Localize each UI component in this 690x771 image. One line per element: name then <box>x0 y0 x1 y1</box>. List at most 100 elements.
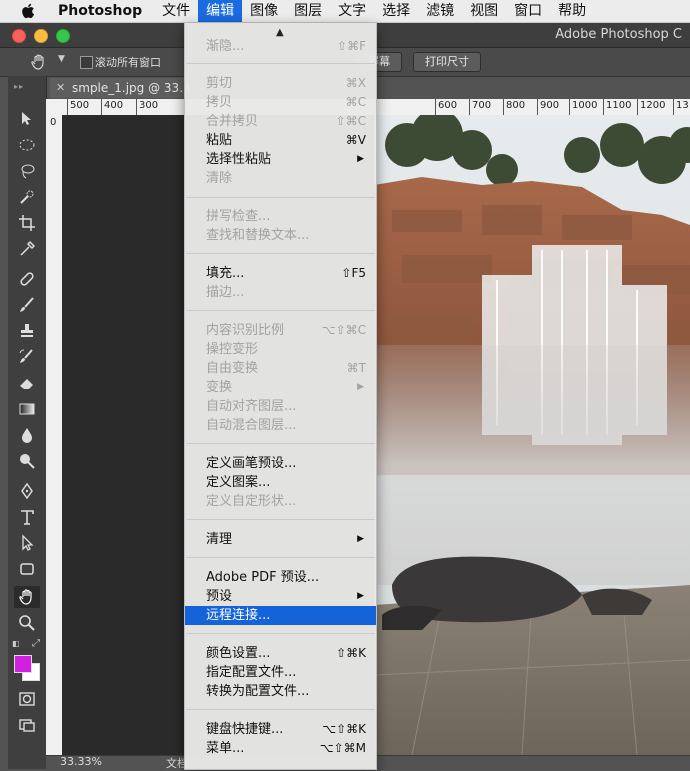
app-menu-photoshop[interactable]: Photoshop <box>50 0 154 22</box>
menu-item-find-replace-text[interactable]: 查找和替换文本... <box>185 226 376 245</box>
menu-item-puppet-warp[interactable]: 操控变形 <box>185 340 376 359</box>
menu-item-presets[interactable]: 预设 ▶ <box>185 587 376 606</box>
submenu-arrow-icon: ▶ <box>357 154 364 164</box>
document-tab-label: smple_1.jpg @ 33.3 <box>72 81 191 95</box>
menu-separator <box>186 310 375 311</box>
ruler-tick: 1000 <box>568 99 598 115</box>
window-title: Adobe Photoshop C <box>555 27 682 42</box>
menu-item-fade[interactable]: 渐隐... ⇧⌘F <box>185 37 376 56</box>
menu-edit[interactable]: 编辑 <box>198 0 243 22</box>
print-size-button[interactable]: 打印尺寸 <box>413 52 481 72</box>
panel-grip-icon[interactable]: ▸▸ <box>14 82 24 91</box>
submenu-arrow-icon: ▶ <box>357 534 364 544</box>
menu-filter[interactable]: 滤镜 <box>418 0 462 22</box>
menu-item-assign-profile[interactable]: 指定配置文件... <box>185 663 376 682</box>
dodge-tool-icon[interactable] <box>14 450 40 472</box>
menu-select[interactable]: 选择 <box>374 0 418 22</box>
hand-tool-icon[interactable] <box>30 53 48 75</box>
path-selection-tool-icon[interactable] <box>14 532 40 554</box>
menu-item-free-transform[interactable]: 自由变换 ⌘T <box>185 359 376 378</box>
menu-item-transform[interactable]: 变换 ▶ <box>185 378 376 397</box>
quick-selection-tool-icon[interactable] <box>14 186 40 208</box>
menu-item-define-custom-shape[interactable]: 定义自定形状... <box>185 492 376 511</box>
tools-panel: ▸▸ ◧ ⤢ <box>8 76 47 769</box>
minimize-window-button[interactable] <box>34 29 48 43</box>
quick-mask-icon[interactable] <box>14 688 40 710</box>
ruler-tick: 0 <box>50 117 57 128</box>
tool-preset-caret-icon[interactable]: ▼ <box>58 54 65 64</box>
menu-item-purge[interactable]: 清理 ▶ <box>185 530 376 549</box>
zoom-tool-icon[interactable] <box>14 612 40 634</box>
menu-item-keyboard-shortcuts[interactable]: 键盘快捷键... ⌥⇧⌘K <box>185 720 376 739</box>
menu-window[interactable]: 窗口 <box>506 0 550 22</box>
menu-item-copy-merged[interactable]: 合并拷贝 ⇧⌘C <box>185 112 376 131</box>
eyedropper-tool-icon[interactable] <box>14 238 40 260</box>
screen-mode-icon[interactable] <box>14 714 40 736</box>
menu-item-define-pattern[interactable]: 定义图案... <box>185 473 376 492</box>
healing-brush-tool-icon[interactable] <box>14 268 40 290</box>
menu-layer[interactable]: 图层 <box>286 0 330 22</box>
move-tool-icon[interactable] <box>14 108 40 130</box>
apple-icon[interactable] <box>20 3 36 19</box>
close-document-icon[interactable]: ✕ <box>56 78 65 98</box>
menu-separator <box>186 633 375 634</box>
swap-colors-icon[interactable]: ⤢ <box>32 638 40 649</box>
menu-file[interactable]: 文件 <box>154 0 198 22</box>
menu-help[interactable]: 帮助 <box>550 0 594 22</box>
menu-item-auto-blend-layers[interactable]: 自动混合图层... <box>185 416 376 435</box>
menu-item-check-spelling[interactable]: 拼写检查... <box>185 207 376 226</box>
menu-item-convert-to-profile[interactable]: 转换为配置文件... <box>185 682 376 701</box>
menu-item-menus[interactable]: 菜单... ⌥⇧⌘M <box>185 739 376 758</box>
menu-separator <box>186 63 375 64</box>
close-window-button[interactable] <box>12 29 26 43</box>
pen-tool-icon[interactable] <box>14 480 40 502</box>
blur-tool-icon[interactable] <box>14 424 40 446</box>
ruler-tick: 900 <box>536 99 560 115</box>
menu-item-define-brush-preset[interactable]: 定义画笔预设... <box>185 454 376 473</box>
scroll-all-windows-checkbox[interactable] <box>80 56 93 69</box>
hand-tool-panel-icon[interactable] <box>14 586 40 608</box>
menu-image[interactable]: 图像 <box>242 0 286 22</box>
menu-item-fill[interactable]: 填充... ⇧F5 <box>185 264 376 283</box>
ruler-tick: 600 <box>434 99 458 115</box>
menu-item-clear[interactable]: 清除 <box>185 169 376 188</box>
rectangle-tool-icon[interactable] <box>14 558 40 580</box>
menu-separator <box>186 709 375 710</box>
menu-item-adobe-pdf-presets[interactable]: Adobe PDF 预设... <box>185 568 376 587</box>
type-tool-icon[interactable] <box>14 506 40 528</box>
menu-item-content-aware-scale[interactable]: 内容识别比例 ⌥⇧⌘C <box>185 321 376 340</box>
ruler-tick: 13 <box>673 99 689 115</box>
menu-item-cut[interactable]: 剪切 ⌘X <box>185 74 376 93</box>
submenu-arrow-icon: ▶ <box>357 382 364 392</box>
zoom-level[interactable]: 33.33% <box>60 755 102 768</box>
default-colors-icon[interactable]: ◧ <box>12 640 20 648</box>
zoom-window-button[interactable] <box>56 29 70 43</box>
menu-item-paste-special[interactable]: 选择性粘贴 ▶ <box>185 150 376 169</box>
history-brush-tool-icon[interactable] <box>14 346 40 368</box>
menu-item-paste[interactable]: 粘贴 ⌘V <box>185 131 376 150</box>
lasso-tool-icon[interactable] <box>14 160 40 182</box>
clone-stamp-tool-icon[interactable] <box>14 320 40 342</box>
foreground-color-swatch[interactable] <box>14 655 32 673</box>
ruler-tick: 700 <box>468 99 492 115</box>
document-tab[interactable]: ✕ smple_1.jpg @ 33.3 <box>50 78 191 98</box>
ruler-tick: 1100 <box>602 99 632 115</box>
edit-menu-dropdown: ▲ 渐隐... ⇧⌘F 剪切 ⌘X 拷贝 ⌘C 合并拷贝 ⇧⌘C 粘贴 ⌘V 选择性粘贴 ▶… <box>184 23 377 770</box>
vertical-ruler: 0 <box>46 115 63 755</box>
menu-item-color-settings[interactable]: 颜色设置... ⇧⌘K <box>185 644 376 663</box>
marquee-tool-icon[interactable] <box>14 134 40 156</box>
gradient-tool-icon[interactable] <box>14 398 40 420</box>
menu-item-remote-connections[interactable]: 远程连接... <box>185 606 376 625</box>
menu-separator <box>186 519 375 520</box>
menu-item-auto-align-layers[interactable]: 自动对齐图层... <box>185 397 376 416</box>
menu-item-copy[interactable]: 拷贝 ⌘C <box>185 93 376 112</box>
submenu-arrow-icon: ▶ <box>357 591 364 601</box>
menu-item-stroke[interactable]: 描边... <box>185 283 376 302</box>
ruler-tick: 400 <box>100 99 124 115</box>
menu-type[interactable]: 文字 <box>330 0 374 22</box>
brush-tool-icon[interactable] <box>14 294 40 316</box>
menu-view[interactable]: 视图 <box>462 0 506 22</box>
crop-tool-icon[interactable] <box>14 212 40 234</box>
menu-separator <box>186 253 375 254</box>
eraser-tool-icon[interactable] <box>14 372 40 394</box>
